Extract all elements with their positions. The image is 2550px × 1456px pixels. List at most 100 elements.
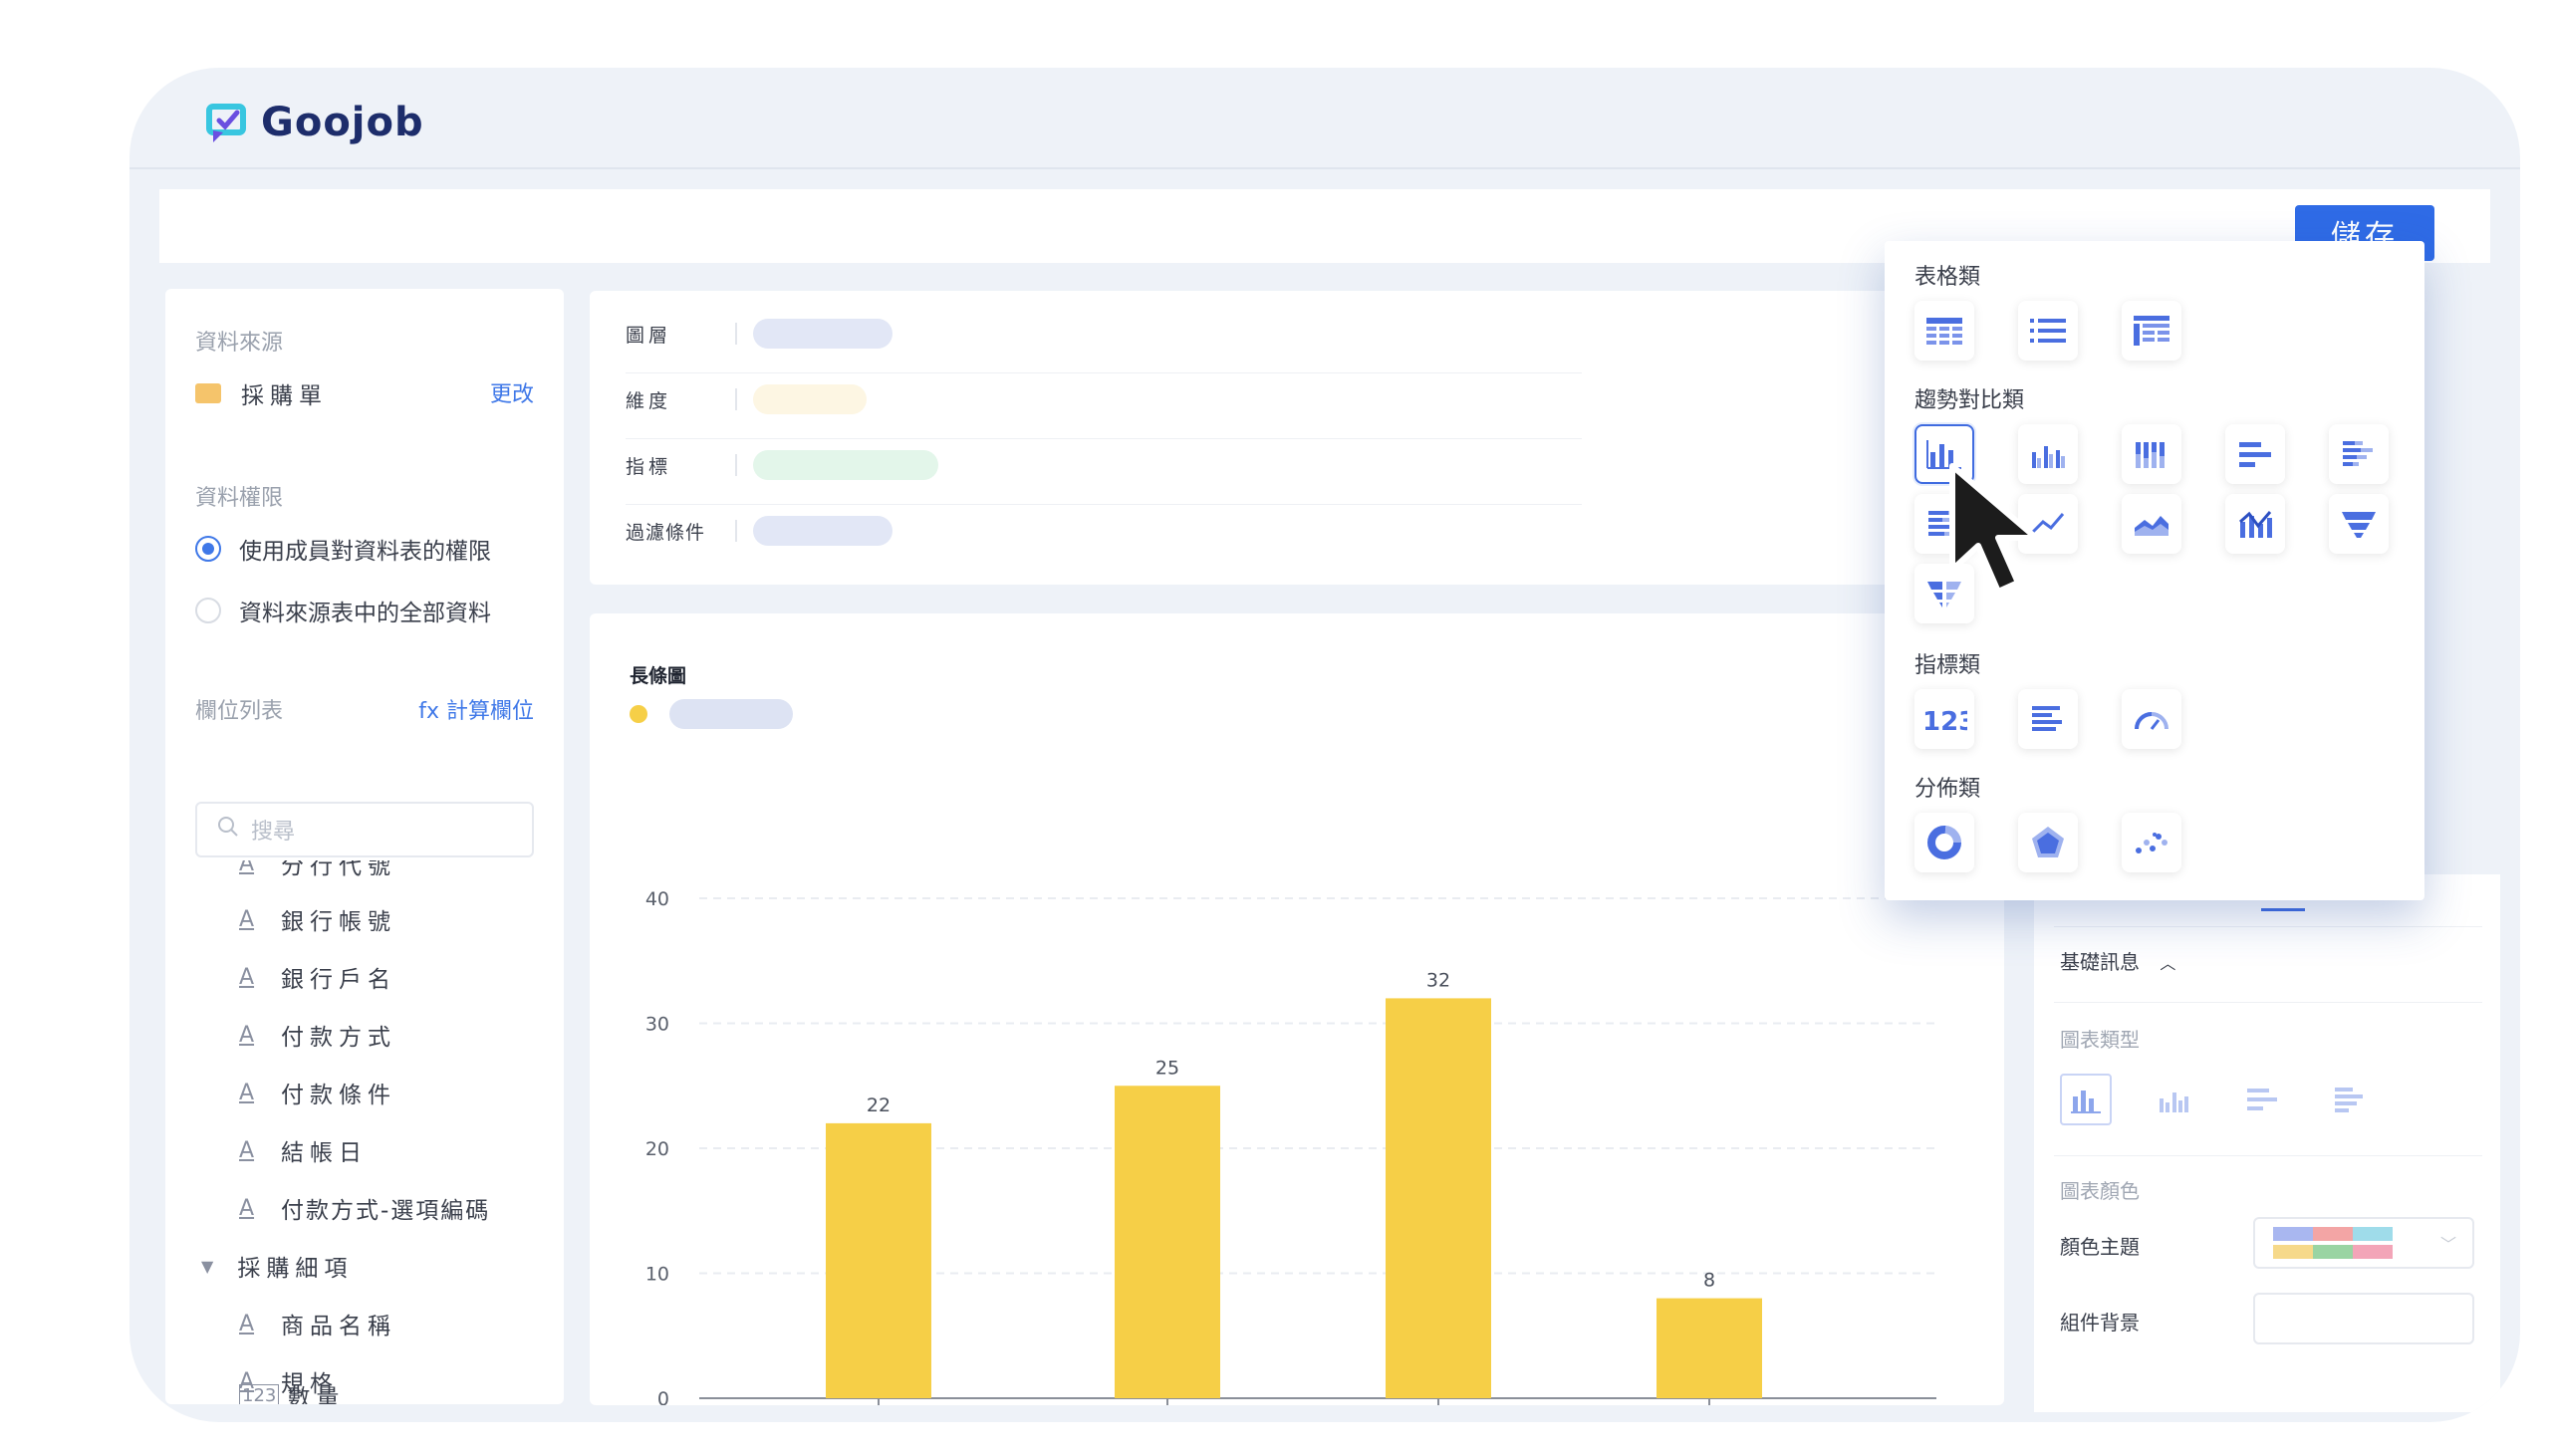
permission-option-label: 使用成員對資料表的權限 [239,539,491,565]
config-row-metric[interactable]: 指標 [626,450,938,480]
component-bg-select[interactable] [2253,1293,2474,1344]
field-item[interactable]: A 付款條件 [239,1076,396,1109]
field-item[interactable]: A 銀行帳號 [239,902,396,936]
calc-field-link[interactable]: fx 計算欄位 [418,693,534,725]
data-label: 8 [1703,1270,1715,1292]
dimension-pill[interactable] [753,384,867,414]
color-palette [2273,1245,2393,1259]
field-item[interactable]: A 付款方式 [239,1018,396,1052]
field-item[interactable]: A 分行代號 [239,860,396,880]
stacked-horizontal-bar-icon[interactable] [2329,424,2389,484]
chart-color-label: 圖表顏色 [2060,1179,2140,1203]
donut-chart-icon[interactable] [1914,813,1974,872]
text-type-icon: A [239,1022,255,1048]
app-header: Goojob [129,68,2520,169]
config-row-layer[interactable]: 圖層 [626,319,892,349]
field-item[interactable]: A 付款方式-選項編碼 [239,1191,490,1225]
y-tick-label: 20 [645,1138,669,1160]
bar [1657,1298,1762,1398]
chart-type-label: 圖表類型 [2060,1028,2140,1052]
folder-icon [195,383,221,403]
color-theme-select[interactable]: ﹀ [2253,1217,2474,1269]
area-chart-icon[interactable] [2122,494,2181,554]
grouped-bar-icon[interactable] [2148,1074,2199,1125]
bar [826,1122,931,1398]
field-item[interactable]: 123 數量 [239,1378,345,1404]
search-input[interactable]: 搜尋 [195,802,534,857]
section-title-table: 表格類 [1914,265,1981,290]
data-source-name: 採購單 [241,383,328,409]
config-row-filter[interactable]: 過濾條件 [626,516,892,546]
divider [2054,1002,2482,1003]
config-row-dimension[interactable]: 維度 [626,384,867,414]
text-type-icon: A [239,1195,255,1221]
horizontal-bar-icon[interactable] [2235,1074,2287,1125]
radio-unselected[interactable] [195,598,221,623]
field-group[interactable]: ▼ 採購細項 [201,1249,353,1283]
metric-pill[interactable] [753,450,938,480]
basic-info-header[interactable]: 基礎訊息 ︿ [2060,946,2175,975]
field-name: 結帳日 [281,1140,368,1166]
combo-chart-icon[interactable] [2225,494,2285,554]
field-name: 付款方式-選項編碼 [281,1198,491,1224]
text-type-icon: A [239,964,255,990]
scatter-chart-icon[interactable] [2122,813,2181,872]
search-placeholder: 搜尋 [251,820,296,845]
bar-chart: 0 10 20 30 40 22 25 32 8 [645,888,1936,1405]
config-label: 過濾條件 [626,521,706,544]
component-bg-label: 組件背景 [2060,1311,2140,1335]
divider [626,504,1582,505]
layer-pill[interactable] [753,319,892,349]
permission-option-member[interactable]: 使用成員對資料表的權限 [195,532,491,566]
divider [2054,926,2482,927]
permission-option-all[interactable]: 資料來源表中的全部資料 [195,594,491,627]
indicator-list-icon[interactable] [2018,689,2078,749]
field-list: A 分行代號 A 銀行帳號 A 銀行戶名 A 付款方式 A 付款條件 A 結帳日 [165,860,564,1404]
pivot-table-icon[interactable] [2122,301,2181,361]
y-tick-label: 10 [645,1264,669,1286]
radar-chart-icon[interactable] [2018,813,2078,872]
chart-card: 長條圖 0 10 20 30 40 22 25 32 8 [590,613,2004,1405]
horizontal-bar-icon[interactable] [2225,424,2285,484]
caret-down-icon[interactable]: ▼ [201,1257,213,1276]
radio-selected[interactable] [195,536,221,562]
field-name: 付款條件 [281,1083,396,1108]
bar-chart-icon[interactable] [2060,1074,2112,1125]
config-label: 指標 [626,455,672,478]
table-icon[interactable] [1914,301,1974,361]
mouse-cursor-icon [1944,462,2070,602]
search-icon [217,816,239,844]
divider [626,372,1582,373]
active-tab-indicator [2261,908,2305,911]
field-name: 銀行戶名 [281,967,396,993]
chevron-up-icon[interactable]: ︿ [2160,954,2175,973]
list-table-icon[interactable] [2018,301,2078,361]
field-item[interactable]: A 銀行戶名 [239,960,396,994]
filter-pill[interactable] [753,516,892,546]
chevron-down-icon[interactable]: ﹀ [2440,1231,2456,1255]
field-item[interactable]: A 商品名稱 [239,1307,396,1340]
field-name: 數量 [287,1385,346,1404]
number-indicator-icon[interactable]: 123 [1914,689,1974,749]
divider [735,323,737,345]
funnel-icon[interactable] [2329,494,2389,554]
y-tick-label: 0 [657,1388,669,1405]
field-name: 商品名稱 [281,1314,396,1339]
stacked-horizontal-bar-icon[interactable] [2323,1074,2375,1125]
field-list-label: 欄位列表 [195,699,284,724]
right-panel: 功能 樣式 基礎訊息 ︿ 圖表類型 圖表顏色 顏色主題 [2034,874,2500,1412]
divider [735,520,737,542]
text-type-icon: A [239,1311,255,1336]
bar [1115,1086,1220,1398]
gauge-icon[interactable] [2122,689,2181,749]
data-source-row[interactable]: 採購單 [195,376,328,410]
text-type-icon: A [239,906,255,932]
section-title-trend: 趨勢對比類 [1914,388,2025,413]
number-type-icon: 123 [239,1383,280,1404]
field-item[interactable]: A 結帳日 [239,1133,368,1167]
brand-name: Goojob [261,100,424,145]
change-source-link[interactable]: 更改 [490,376,534,408]
permission-option-label: 資料來源表中的全部資料 [239,601,491,626]
data-label: 25 [1155,1057,1179,1079]
stacked-bar-icon[interactable] [2122,424,2181,484]
